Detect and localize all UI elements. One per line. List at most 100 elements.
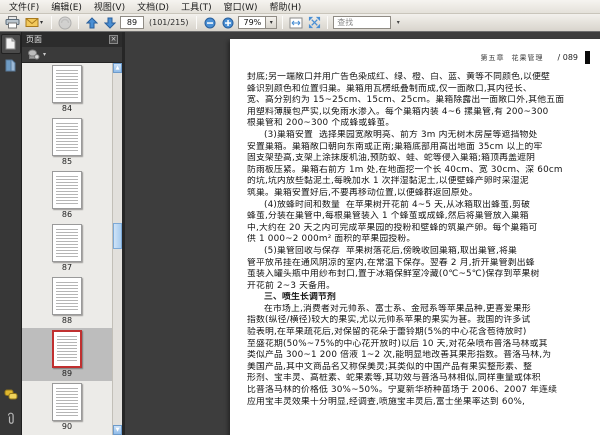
panel-title: 页面 [26, 35, 42, 44]
text-line: 防雨板压紧。巢箱右前方 1m 处,在地面挖一个长 40cm、宽 30cm、深 6… [247, 164, 563, 175]
scroll-up-arrow[interactable]: ▲ [113, 63, 122, 73]
page-thumbnail[interactable]: 86 [22, 169, 112, 222]
page-thumbnail[interactable]: 90 [22, 381, 112, 434]
print-button[interactable] [4, 15, 20, 30]
zoom-in-icon [222, 17, 234, 29]
text-line: 在市场上,消费者对元帅系、富士系、金冠系等苹果品种,更喜爱果形 [264, 303, 531, 314]
text-line: 封底;另一端敞口并用广告色染成红、绿、橙、白、蓝、黄等不同颜色,以便壁 [247, 72, 551, 82]
menu-item[interactable]: 工具(T) [175, 0, 218, 14]
text-line: 宽、高分别约为 15~25cm、15cm、25cm。巢箱除露出一面敞口外,其他五… [247, 95, 565, 106]
text-line: 至盛花期(50%~75%的中心花开放时)以后 10 天,对花朵喷布普洛马林或其 [247, 338, 548, 349]
panel-options-button[interactable]: ▾ [22, 47, 122, 63]
thumbnail-page-image[interactable] [52, 383, 82, 421]
arrow-down-icon [104, 17, 116, 29]
menu-item[interactable]: 视图(V) [88, 0, 131, 14]
page-number-label: / 089 [557, 53, 578, 62]
tab-comments[interactable] [1, 385, 21, 405]
zoom-level-value: 79% [243, 18, 262, 27]
toolbar: ▾ (101/215) 79% ▾ [0, 14, 600, 32]
text-line: 美国产品,其中文商品名又称保美灵;其类似的中国产品有果实整形素、整 [247, 361, 533, 372]
text-line: 固支架垫高,支架上涂抹废机油,预防蚁、蛙、蛇等侵入巢箱;箱顶再盖遮阴 [247, 153, 536, 164]
page-header: 第五章 花果管理 / 089 [480, 51, 590, 64]
zoom-out-button[interactable] [202, 15, 218, 30]
scroll-down-arrow[interactable]: ▼ [113, 425, 122, 435]
thumbnail-page-number: 84 [61, 104, 73, 113]
thumbnail-page-image[interactable] [52, 330, 82, 368]
navigation-tab-strip [0, 32, 22, 435]
zoom-in-button[interactable] [220, 15, 236, 30]
menu-bar: 文件(F) 编辑(E) 视图(V) 文档(D) 工具(T) 窗口(W) 帮助(H… [0, 0, 600, 14]
page-thumbnail[interactable]: 87 [22, 222, 112, 275]
menu-item[interactable]: 帮助(H) [264, 0, 308, 14]
zoom-out-icon [204, 17, 216, 29]
text-line: 筑巢。巢箱安置好后,不要再移动位置,以便蜂群返回原处。 [247, 187, 478, 198]
panel-close-button[interactable]: × [109, 35, 118, 44]
text-line: 开花前 2~3 天备用。 [247, 280, 336, 291]
menu-item[interactable]: 文件(F) [3, 0, 45, 14]
tab-attachments[interactable] [1, 409, 21, 429]
document-area: 第五章 花果管理 / 089 封底;另一端敞口并用广告色染成红、绿、橙、白、蓝、… [125, 32, 600, 435]
previous-view-icon [58, 16, 72, 30]
text-line: 安置巢箱。巢箱敞口朝向东南或正南;巢箱底部用高出地面 35cm 以上的牢 [247, 141, 543, 152]
thumbnail-items: 84 85 86 87 88 89 90 [22, 63, 112, 435]
email-icon [25, 17, 39, 28]
text-line: 比普洛马林的价格低 30%~50%。宁夏新华桥种苗场于 2006、2007 年连… [247, 385, 558, 396]
chapter-title: 花果管理 [511, 53, 544, 62]
text-line: 的坑,坑内放些黏泥土,每晚加水 1 次拌湿黏泥土,以便壁蜂产卵时采湿泥 [247, 176, 529, 187]
page-thumbnail[interactable]: 89 [22, 328, 112, 381]
page-body-text: 封底;另一端敞口并用广告色染成红、绿、橙、白、蓝、黄等不同颜色,以便壁 蜂识别颜… [247, 72, 600, 408]
pages-icon [5, 35, 16, 54]
menu-item[interactable]: 文档(D) [131, 0, 175, 14]
toolbar-separator [327, 16, 329, 29]
thumbnail-page-number: 88 [61, 316, 73, 325]
page-count-label: (101/215) [149, 18, 189, 27]
page-number-input[interactable] [120, 16, 144, 29]
previous-page-button[interactable] [84, 15, 100, 30]
text-line: 中,大约在 20 天之内可完成苹果园的授粉和壁蜂的筑巢产卵。每个巢箱可 [247, 222, 538, 233]
text-line: (5)巢管回收与保存 苹果树落花后,傍晚收回巢箱,取出巢管,将巢 [264, 245, 517, 256]
tab-pages[interactable] [0, 34, 21, 54]
email-button[interactable]: ▾ [22, 15, 46, 30]
fit-width-button[interactable] [288, 15, 304, 30]
text-line: 应用宝丰灵效果十分明显,经调查,喷施宝丰灵后,富士坐果率达到 60%, [247, 396, 526, 407]
print-icon [5, 16, 20, 29]
text-line: 根巢管和 200~300 个成蜂或蜂茧。 [247, 118, 395, 129]
page-thumbnail[interactable]: 88 [22, 275, 112, 328]
thumbnail-page-image[interactable] [52, 118, 82, 156]
pdf-page: 第五章 花果管理 / 089 封底;另一端敞口并用广告色染成红、绿、橙、白、蓝、… [230, 39, 600, 435]
arrow-up-icon [86, 16, 98, 29]
comments-icon [4, 386, 18, 405]
zoom-dropdown-caret[interactable]: ▾ [265, 17, 277, 28]
text-line: 形剂、宝丰灵、高桩素、蛇果素等,其功效与普洛马林相似,同样重量或体积 [247, 373, 541, 384]
thumbnail-page-image[interactable] [52, 224, 82, 262]
search-input[interactable] [333, 16, 392, 29]
toolbar-separator [196, 16, 198, 29]
thumbnail-page-number: 89 [61, 369, 73, 378]
toolbar-separator [78, 16, 79, 29]
next-page-button[interactable] [102, 15, 118, 30]
thumbnail-page-number: 86 [61, 210, 73, 219]
text-line: (4)放蜂时间和数量 在苹果树开花前 4~5 天,从冰箱取出蜂茧,剪破 [264, 199, 531, 210]
zoom-level-select[interactable]: 79% ▾ [238, 16, 278, 29]
thumbnail-page-image[interactable] [52, 171, 82, 209]
menu-item[interactable]: 编辑(E) [45, 0, 88, 14]
page-thumbnail[interactable]: 84 [22, 63, 112, 116]
bookmarks-icon [5, 57, 16, 76]
text-line: 指数(纵径/横径)较大的果实,尤以元帅系苹果的果实为甚。我国的许多试 [247, 315, 531, 326]
email-dropdown-caret: ▾ [39, 18, 43, 26]
tab-bookmarks[interactable] [1, 56, 21, 76]
scrollbar-thumb[interactable] [113, 223, 122, 249]
menu-item[interactable]: 窗口(W) [218, 0, 264, 14]
text-line: 管平放吊挂在通风阴凉的室内,在常温下保存。翌春 2 月,折开巢管剥出蜂 [247, 257, 535, 268]
search-dropdown-caret[interactable]: ▾ [393, 16, 403, 29]
fit-page-button[interactable] [306, 15, 322, 30]
pdf-viewer-window: 文件(F) 编辑(E) 视图(V) 文档(D) 工具(T) 窗口(W) 帮助(H… [0, 0, 600, 435]
thumbnail-page-image[interactable] [52, 277, 82, 315]
thumbnail-list: 84 85 86 87 88 89 90 ▲ ▼ [22, 63, 122, 435]
thumbnail-page-image[interactable] [52, 65, 82, 103]
page-thumbnail[interactable]: 85 [22, 116, 112, 169]
thumbnail-scrollbar[interactable]: ▲ ▼ [112, 63, 122, 435]
fit-width-icon [289, 17, 303, 29]
text-line: (3)巢箱安置 选择果园宽敞明亮、前方 3m 内无树木房屋等遮挡物处 [264, 129, 538, 140]
text-line: 茧装入罐头瓶中用纱布封口,置于冰箱保鲜室冷藏(0℃~5℃)保存到苹果树 [247, 269, 540, 280]
